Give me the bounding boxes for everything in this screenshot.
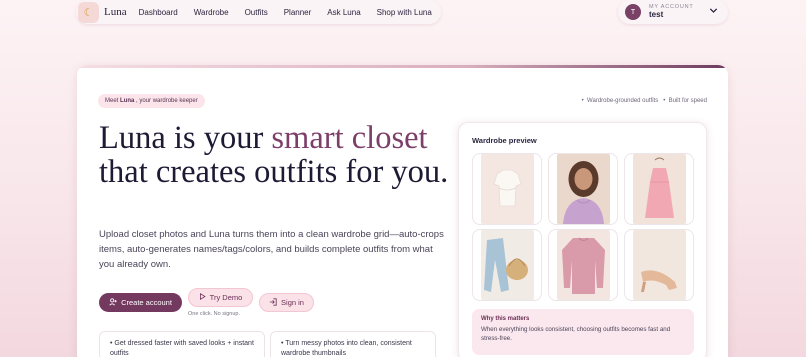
hero-description: Upload closet photos and Luna turns them… [99, 229, 444, 270]
account-username: test [649, 10, 664, 20]
meet-prefix: Meet [105, 98, 121, 104]
pink-sweater-image [556, 230, 610, 300]
feature-tags: • Wardrobe-grounded outfits • Built for … [581, 98, 707, 104]
hero-card: Meet Luna , your wardrobe keeper • Wardr… [77, 65, 728, 357]
try-demo-label: Try Demo [209, 293, 243, 302]
nav-dashboard[interactable]: Dashboard [139, 8, 178, 17]
white-top-image [480, 154, 534, 224]
meet-name: Luna [120, 98, 135, 104]
user-plus-icon [109, 297, 117, 308]
headline-part1: Luna is your [99, 120, 272, 156]
moon-icon: ☾ [78, 1, 99, 23]
beige-heels-image [632, 230, 686, 300]
why-this-matters-box: Why this matters When everything looks c… [472, 309, 694, 355]
card-accent-bar [77, 65, 728, 68]
nav-shop-with-luna[interactable]: Shop with Luna [377, 8, 432, 17]
headline-accent: smart closet [271, 120, 428, 156]
wardrobe-preview: Wardrobe preview Why this matters When e… [458, 122, 707, 357]
nav-planner[interactable]: Planner [284, 8, 312, 17]
try-demo-button[interactable]: Try Demo [188, 288, 253, 307]
woman-photo [556, 154, 610, 224]
wardrobe-item-pink-dress[interactable] [624, 153, 694, 225]
create-account-label: Create account [121, 298, 172, 307]
feature-card: • Get dressed faster with saved looks + … [99, 331, 265, 357]
top-nav: ☾ Luna Dashboard Wardrobe Outfits Planne… [76, 0, 441, 24]
wardrobe-item-beige-heels[interactable] [624, 229, 694, 301]
wardrobe-preview-title: Wardrobe preview [472, 136, 537, 145]
wardrobe-item-woman-lilac-top[interactable] [548, 153, 618, 225]
wardrobe-item-jeans-bag[interactable] [472, 229, 542, 301]
nav-outfits[interactable]: Outfits [245, 8, 268, 17]
sign-in-button[interactable]: Sign in [259, 293, 314, 312]
headline-part2: that creates outfits for you. [99, 154, 449, 190]
meet-suffix: , your wardrobe keeper [134, 98, 198, 104]
pink-dress-image [632, 154, 686, 224]
account-menu[interactable]: T MY ACCOUNT test [618, 0, 728, 24]
page-title: Luna is your smart closet that creates o… [99, 121, 449, 189]
app-name: Luna [104, 6, 127, 18]
nav-ask-luna[interactable]: Ask Luna [327, 8, 360, 17]
wardrobe-item-pink-sweater[interactable] [548, 229, 618, 301]
avatar: T [625, 4, 641, 20]
jeans-bag-image [480, 230, 534, 300]
sign-in-label: Sign in [281, 298, 304, 307]
feature-card: • Turn messy photos into clean, consiste… [270, 331, 436, 357]
chevron-down-icon[interactable] [709, 6, 718, 17]
play-icon [199, 293, 206, 302]
why-body: When everything looks consistent, choosi… [481, 326, 671, 342]
create-account-button[interactable]: Create account [99, 293, 182, 312]
meet-luna-badge: Meet Luna , your wardrobe keeper [98, 94, 205, 108]
wardrobe-item-white-top[interactable] [472, 153, 542, 225]
logo[interactable]: ☾ Luna [78, 1, 127, 23]
sign-in-icon [269, 297, 277, 308]
why-title: Why this matters [481, 316, 530, 322]
nav-wardrobe[interactable]: Wardrobe [194, 8, 229, 17]
one-click-note: One click. No signup. [188, 311, 240, 317]
